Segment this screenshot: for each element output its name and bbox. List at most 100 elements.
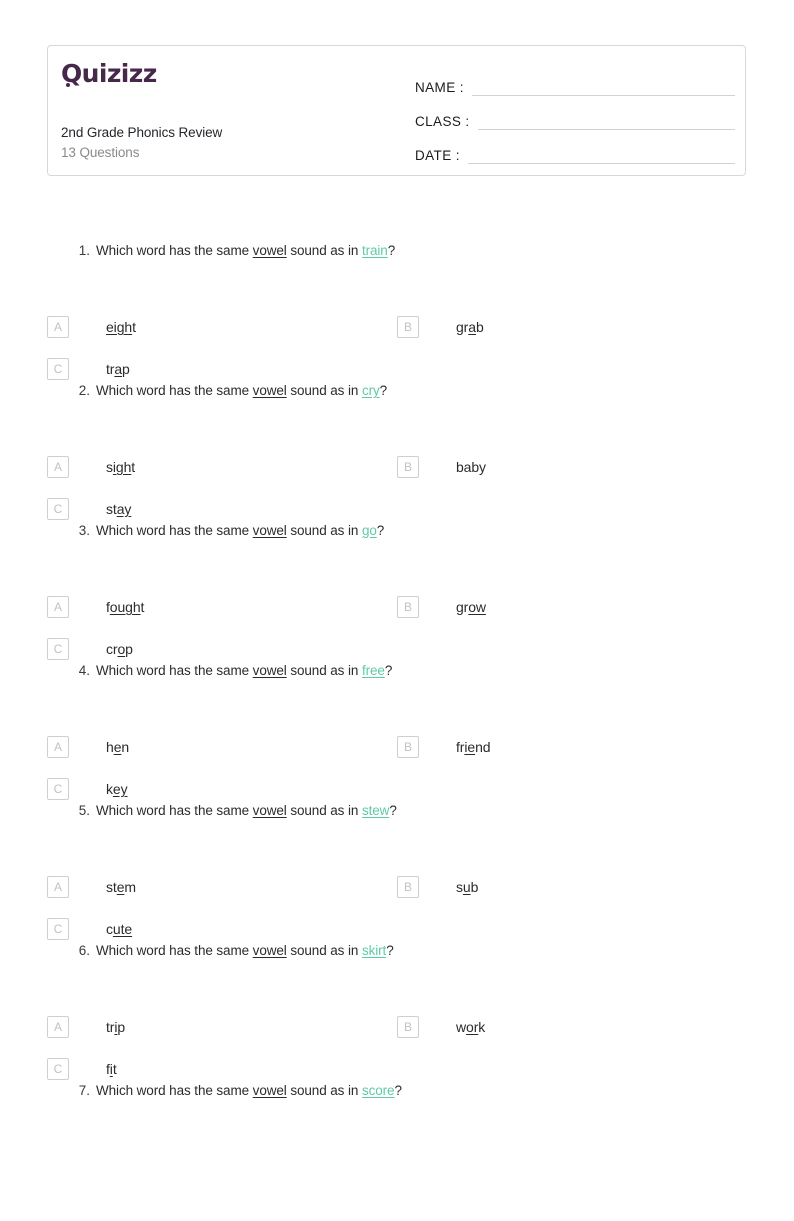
answer-option-a[interactable]: Astem bbox=[47, 876, 136, 898]
question-text: Which word has the same vowel sound as i… bbox=[96, 943, 394, 958]
question-header: 5. Which word has the same vowel sound as… bbox=[47, 801, 746, 831]
option-word: baby bbox=[456, 459, 486, 475]
option-word: hen bbox=[106, 739, 130, 755]
option-word: trip bbox=[106, 1019, 126, 1035]
option-marked-letters: ie bbox=[464, 739, 476, 755]
option-letter-box[interactable]: C bbox=[47, 358, 69, 380]
logo-q-glyph: Quizizz bbox=[61, 59, 157, 88]
question-emphasis-word: vowel bbox=[252, 383, 287, 398]
option-word: fought bbox=[106, 599, 145, 615]
answer-option-c[interactable]: Ccute bbox=[47, 918, 132, 940]
worksheet-title: 2nd Grade Phonics Review bbox=[61, 125, 223, 140]
answer-option-a[interactable]: Aeight bbox=[47, 316, 136, 338]
answer-option-a[interactable]: Atrip bbox=[47, 1016, 125, 1038]
option-word: grab bbox=[456, 319, 484, 335]
option-word: sight bbox=[106, 459, 136, 475]
question-target-word: score bbox=[361, 1083, 395, 1098]
question-emphasis-word: vowel bbox=[252, 803, 287, 818]
question-target-word: go bbox=[361, 523, 377, 538]
question-header: 1. Which word has the same vowel sound as… bbox=[47, 241, 746, 271]
date-field-label: DATE : bbox=[415, 148, 460, 163]
question-block: 7. Which word has the same vowel sound as… bbox=[47, 1081, 746, 1221]
answer-option-c[interactable]: Ckey bbox=[47, 778, 128, 800]
option-letter-box[interactable]: A bbox=[47, 316, 69, 338]
answer-option-b[interactable]: Bfriend bbox=[397, 736, 491, 758]
option-marked-letters: e bbox=[113, 739, 122, 755]
option-marked-letters: a bbox=[114, 361, 123, 377]
option-marked-letters: i bbox=[109, 1061, 113, 1077]
option-letter-box[interactable]: B bbox=[397, 736, 419, 758]
option-letter-box[interactable]: B bbox=[397, 876, 419, 898]
option-word: trap bbox=[106, 361, 130, 377]
option-letter-box[interactable]: C bbox=[47, 498, 69, 520]
option-letter-box[interactable]: C bbox=[47, 638, 69, 660]
question-emphasis-word: vowel bbox=[252, 523, 287, 538]
option-word: fit bbox=[106, 1061, 117, 1077]
option-letter-box[interactable]: C bbox=[47, 778, 69, 800]
question-block: 1. Which word has the same vowel sound as… bbox=[47, 241, 746, 381]
name-field-row: NAME : bbox=[415, 65, 735, 99]
option-letter-box[interactable]: B bbox=[397, 316, 419, 338]
class-input-line[interactable] bbox=[477, 129, 735, 130]
question-header: 7. Which word has the same vowel sound as… bbox=[47, 1081, 746, 1111]
option-letter-box[interactable]: A bbox=[47, 456, 69, 478]
quizizz-logo: Quizizz bbox=[61, 59, 157, 88]
question-number: 2. bbox=[78, 383, 90, 398]
question-text: Which word has the same vowel sound as i… bbox=[96, 243, 396, 258]
option-marked-letters: u bbox=[462, 879, 471, 895]
option-marked-letters: ute bbox=[112, 921, 133, 937]
class-field-row: CLASS : bbox=[415, 99, 735, 133]
option-marked-letters: igh bbox=[112, 459, 132, 475]
option-marked-letters: ey bbox=[112, 781, 128, 797]
question-emphasis-word: vowel bbox=[252, 943, 287, 958]
option-word: crop bbox=[106, 641, 133, 657]
header-left-section: Quizizz 2nd Grade Phonics Review 13 Ques… bbox=[61, 46, 411, 175]
answer-option-c[interactable]: Ctrap bbox=[47, 358, 130, 380]
question-block: 6. Which word has the same vowel sound as… bbox=[47, 941, 746, 1081]
name-input-line[interactable] bbox=[471, 95, 735, 96]
option-marked-letters: i bbox=[114, 1019, 118, 1035]
question-number: 1. bbox=[78, 243, 90, 258]
answer-option-b[interactable]: Bbaby bbox=[397, 456, 486, 478]
answer-option-b[interactable]: Bgrab bbox=[397, 316, 484, 338]
answer-option-b[interactable]: Bgrow bbox=[397, 596, 486, 618]
option-letter-box[interactable]: A bbox=[47, 596, 69, 618]
logo-text: Quizizz bbox=[61, 59, 157, 88]
question-number: 4. bbox=[78, 663, 90, 678]
option-word: friend bbox=[456, 739, 491, 755]
class-field-label: CLASS : bbox=[415, 114, 470, 129]
answer-option-b[interactable]: Bwork bbox=[397, 1016, 485, 1038]
question-block: 5. Which word has the same vowel sound as… bbox=[47, 801, 746, 941]
answer-option-a[interactable]: Asight bbox=[47, 456, 135, 478]
question-number: 5. bbox=[78, 803, 90, 818]
question-count: 13 Questions bbox=[61, 145, 140, 160]
answer-option-b[interactable]: Bsub bbox=[397, 876, 478, 898]
option-word: cute bbox=[106, 921, 133, 937]
option-letter-box[interactable]: C bbox=[47, 1058, 69, 1080]
option-marked-letters: eigh bbox=[106, 319, 133, 335]
answer-option-a[interactable]: Ahen bbox=[47, 736, 129, 758]
option-letter-box[interactable]: B bbox=[397, 456, 419, 478]
answer-option-c[interactable]: Cstay bbox=[47, 498, 131, 520]
option-letter-box[interactable]: A bbox=[47, 876, 69, 898]
answer-option-c[interactable]: Ccrop bbox=[47, 638, 133, 660]
option-letter-box[interactable]: C bbox=[47, 918, 69, 940]
question-text: Which word has the same vowel sound as i… bbox=[96, 383, 388, 398]
answer-option-a[interactable]: Afought bbox=[47, 596, 144, 618]
option-letter-box[interactable]: A bbox=[47, 1016, 69, 1038]
answer-option-c[interactable]: Cfit bbox=[47, 1058, 117, 1080]
option-marked-letters: ough bbox=[109, 599, 141, 615]
question-number: 3. bbox=[78, 523, 90, 538]
date-input-line[interactable] bbox=[467, 163, 735, 164]
student-info-fields: NAME : CLASS : DATE : bbox=[415, 65, 735, 167]
date-field-row: DATE : bbox=[415, 133, 735, 167]
option-letter-box[interactable]: B bbox=[397, 1016, 419, 1038]
question-target-word: cry bbox=[361, 383, 380, 398]
option-word: grow bbox=[456, 599, 486, 615]
option-word: sub bbox=[456, 879, 479, 895]
option-marked-letters: or bbox=[466, 1019, 479, 1035]
option-letter-box[interactable]: A bbox=[47, 736, 69, 758]
question-header: 6. Which word has the same vowel sound as… bbox=[47, 941, 746, 971]
option-letter-box[interactable]: B bbox=[397, 596, 419, 618]
option-marked-letters: o bbox=[117, 641, 126, 657]
